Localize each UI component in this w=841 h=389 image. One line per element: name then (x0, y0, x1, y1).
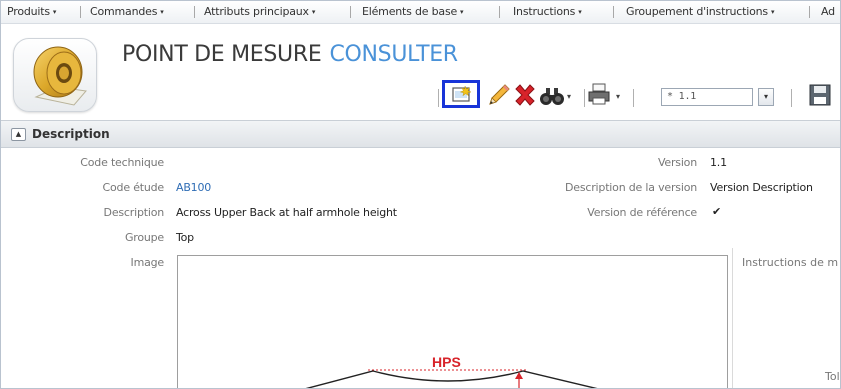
tolerance-label: Tol (825, 370, 840, 383)
collapse-icon[interactable]: ▲ (11, 128, 26, 141)
menu-separator (499, 6, 500, 18)
hps-label: HPS (432, 354, 461, 370)
new-note-icon (452, 85, 472, 102)
description-version-label: Description de la version (565, 181, 697, 194)
app-frame: Produits ▾ Commandes ▾ Attributs principau… (0, 0, 841, 389)
version-label: Version (657, 156, 697, 169)
version-reference-label: Version de référence (587, 206, 697, 219)
menu-attributs-principaux[interactable]: Attributs principaux ▾ (204, 5, 315, 18)
measurement-image: HPS (177, 255, 728, 388)
print-icon[interactable] (587, 83, 613, 108)
print-dropdown-caret[interactable]: ▾ (616, 92, 620, 101)
version-reference-checkmark: ✔ (712, 205, 722, 218)
menu-separator (613, 6, 614, 18)
new-note-button[interactable] (442, 80, 480, 108)
instructions-pane: Instructions de m Tol (732, 248, 840, 388)
pencil-icon[interactable] (486, 82, 512, 111)
instructions-label: Instructions de m (742, 256, 839, 269)
description-version-value: Version Description (710, 181, 813, 194)
toolbar-separator (791, 89, 792, 107)
section-title: Description (32, 127, 110, 141)
code-etude-link[interactable]: AB100 (176, 181, 211, 194)
menu-instructions[interactable]: Instructions ▾ (513, 5, 582, 18)
version-dropdown-button[interactable]: ▾ (758, 88, 774, 106)
menu-bar: Produits ▾ Commandes ▾ Attributs principau… (1, 1, 840, 24)
code-etude-label: Code étude (102, 181, 165, 194)
description-value: Across Upper Back at half armhole height (176, 206, 397, 219)
code-technique-label: Code technique (80, 156, 164, 169)
version-select[interactable]: * 1.1 (661, 88, 753, 106)
menu-separator (350, 6, 351, 18)
version-value: 1.1 (710, 156, 727, 169)
groupe-label: Groupe (124, 231, 164, 244)
delete-x-icon[interactable] (513, 83, 537, 110)
menu-produits[interactable]: Produits ▾ (7, 5, 56, 18)
groupe-value: Top (176, 231, 194, 244)
menu-elements-de-base[interactable]: Eléments de base ▾ (362, 5, 464, 18)
menu-commandes[interactable]: Commandes ▾ (90, 5, 164, 18)
page-title: POINT DE MESURE CONSULTER (122, 42, 458, 67)
description-section-header: ▲ Description (1, 120, 840, 148)
menu-separator (809, 6, 810, 18)
image-label: Image (130, 256, 165, 269)
menu-separator (80, 6, 81, 18)
binoculars-icon[interactable] (539, 86, 565, 109)
menu-ad[interactable]: Ad (821, 5, 835, 18)
toolbar-separator (584, 89, 585, 107)
save-icon[interactable] (809, 84, 831, 109)
tape-roll-icon (33, 46, 87, 106)
toolbar-separator (438, 89, 439, 107)
description-label: Description (103, 206, 165, 219)
app-logo (13, 38, 97, 112)
menu-groupement-instructions[interactable]: Groupement d'instructions ▾ (626, 5, 775, 18)
search-dropdown-caret[interactable]: ▾ (567, 92, 571, 101)
menu-separator (194, 6, 195, 18)
toolbar-separator (633, 89, 634, 107)
